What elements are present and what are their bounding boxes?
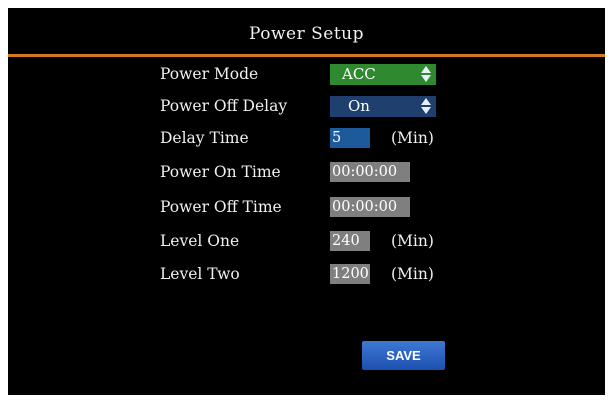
save-button[interactable]: SAVE bbox=[362, 341, 445, 370]
power-setup-screen: Power Setup Power Mode ACC Power Off Del… bbox=[8, 8, 605, 395]
arrow-up-icon[interactable] bbox=[421, 66, 431, 73]
power-off-delay-label: Power Off Delay bbox=[160, 97, 288, 115]
power-mode-value: ACC bbox=[342, 65, 376, 83]
arrow-up-icon[interactable] bbox=[421, 98, 431, 105]
up-down-arrows-icon[interactable] bbox=[421, 98, 431, 115]
up-down-arrows-icon[interactable] bbox=[421, 66, 431, 83]
arrow-down-icon[interactable] bbox=[421, 75, 431, 82]
delay-time-field[interactable]: 5 bbox=[330, 128, 370, 148]
power-off-time-label: Power Off Time bbox=[160, 198, 282, 216]
level-two-label: Level Two bbox=[160, 265, 240, 283]
power-off-delay-value: On bbox=[348, 97, 370, 115]
power-off-time-field[interactable]: 00:00:00 bbox=[330, 197, 410, 217]
power-on-time-field[interactable]: 00:00:00 bbox=[330, 162, 410, 182]
level-one-field[interactable]: 240 bbox=[330, 231, 370, 251]
power-off-time-row: Power Off Time 00:00:00 bbox=[8, 195, 605, 219]
power-off-delay-spinner[interactable]: On bbox=[330, 96, 436, 117]
delay-time-unit: (Min) bbox=[391, 129, 434, 147]
power-off-delay-row: Power Off Delay On bbox=[8, 94, 605, 118]
page-title: Power Setup bbox=[249, 24, 364, 44]
power-mode-row: Power Mode ACC bbox=[8, 62, 605, 86]
delay-time-label: Delay Time bbox=[160, 129, 249, 147]
level-two-field[interactable]: 1200 bbox=[330, 264, 370, 284]
arrow-down-icon[interactable] bbox=[421, 107, 431, 114]
power-mode-spinner[interactable]: ACC bbox=[330, 64, 436, 85]
power-on-time-label: Power On Time bbox=[160, 163, 281, 181]
level-two-row: Level Two 1200 (Min) bbox=[8, 262, 605, 286]
level-one-label: Level One bbox=[160, 232, 240, 250]
delay-time-row: Delay Time 5 (Min) bbox=[8, 126, 605, 150]
level-two-unit: (Min) bbox=[391, 265, 434, 283]
level-one-row: Level One 240 (Min) bbox=[8, 229, 605, 253]
title-divider bbox=[8, 54, 605, 57]
power-mode-label: Power Mode bbox=[160, 65, 259, 83]
power-on-time-row: Power On Time 00:00:00 bbox=[8, 160, 605, 184]
level-one-unit: (Min) bbox=[391, 232, 434, 250]
